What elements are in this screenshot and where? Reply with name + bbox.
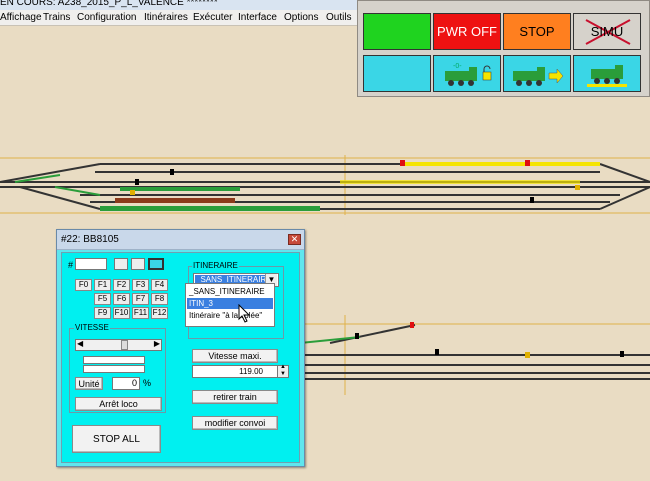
menu-options[interactable]: Options <box>284 12 318 23</box>
f6-button[interactable]: F6 <box>113 293 130 305</box>
track-diagram-upper <box>0 155 650 215</box>
slider-thumb[interactable] <box>121 340 128 350</box>
loco-lock-icon: -0- <box>445 63 492 86</box>
svg-text:-0-: -0- <box>453 63 462 70</box>
close-icon[interactable]: ✕ <box>288 234 301 245</box>
vitesse-group-label: VITESSE <box>74 323 110 332</box>
slider-left-arrow-icon[interactable]: ◀ <box>77 339 83 348</box>
menu-configuration[interactable]: Configuration <box>77 12 136 23</box>
f9-button[interactable]: F9 <box>94 307 111 319</box>
simu-button[interactable]: SIMU <box>573 13 641 50</box>
speed-bar-2 <box>83 365 145 373</box>
dropdown-option-sans-itineraire[interactable]: _SANS_ITINERAIRE <box>187 286 273 297</box>
loco-arrow-icon <box>513 66 564 86</box>
view-toggle-2[interactable] <box>131 258 145 270</box>
f10-button[interactable]: F10 <box>113 307 130 319</box>
itineraire-group-label: ITINERAIRE <box>192 261 239 270</box>
stop-button[interactable]: STOP <box>503 13 571 50</box>
menu-affichage[interactable]: Affichage <box>0 12 42 23</box>
f2-button[interactable]: F2 <box>113 279 130 291</box>
view-toggle-3[interactable] <box>148 258 164 270</box>
retirer-train-button[interactable]: retirer train <box>192 390 278 404</box>
menu-executer[interactable]: Exécuter <box>193 12 232 23</box>
f11-button[interactable]: F11 <box>132 307 149 319</box>
spinner-down-icon[interactable]: ▼ <box>280 371 286 377</box>
dropdown-option-a-la-volee[interactable]: Itinéraire "à la volée" <box>187 310 273 321</box>
loco-control-window: #22: BB8105 ✕ # F0 F1 F2 F3 F4 F5 F6 F7 … <box>56 229 305 467</box>
vitesse-maxi-spinner[interactable]: ▲ ▼ <box>277 364 289 378</box>
panel-blank-button[interactable] <box>363 55 431 92</box>
speed-unit-label: % <box>143 378 152 388</box>
itineraire-dropdown-list: _SANS_ITINERAIRE ITIN_3 Itinéraire "à la… <box>185 283 275 327</box>
dropdown-option-itin-3[interactable]: ITIN_3 <box>187 298 273 309</box>
loco-window-title: #22: BB8105 <box>61 234 119 245</box>
f8-button[interactable]: F8 <box>151 293 168 305</box>
loco-stop-icon <box>587 64 627 87</box>
loco-stop-button[interactable] <box>573 55 641 92</box>
f0-button[interactable]: F0 <box>75 279 92 291</box>
loco-lock-button[interactable]: -0- <box>433 55 501 92</box>
pwr-off-button[interactable]: PWR OFF <box>433 13 501 50</box>
spinner-up-icon[interactable]: ▲ <box>280 364 286 370</box>
menu-trains[interactable]: Trains <box>43 12 70 23</box>
slider-right-arrow-icon[interactable]: ▶ <box>154 339 160 348</box>
menu-itineraires[interactable]: Itinéraires <box>144 12 188 23</box>
mouse-cursor-icon <box>238 304 251 323</box>
f1-button[interactable]: F1 <box>94 279 111 291</box>
vitesse-group: VITESSE ◀ ▶ Unité 0 % Arrêt loco <box>69 323 166 413</box>
loco-window-titlebar[interactable]: #22: BB8105 ✕ <box>57 230 304 250</box>
window-title: EN COURS: A238_2015_P_L_VALENCE ******** <box>0 0 218 8</box>
menu-outils[interactable]: Outils <box>326 12 352 23</box>
speed-value-field[interactable]: 0 <box>112 377 140 390</box>
f3-button[interactable]: F3 <box>132 279 149 291</box>
control-panel: PWR OFF STOP SIMU -0- <box>357 0 650 97</box>
f5-button[interactable]: F5 <box>94 293 111 305</box>
speed-bar-1 <box>83 356 145 364</box>
modifier-convoi-button[interactable]: modifier convoi <box>192 416 278 430</box>
stop-all-button[interactable]: STOP ALL <box>72 425 161 453</box>
unite-button[interactable]: Unité <box>75 377 103 390</box>
arret-loco-button[interactable]: Arrêt loco <box>75 397 162 411</box>
menu-interface[interactable]: Interface <box>238 12 277 23</box>
pwr-off-label: PWR OFF <box>437 24 497 39</box>
vitesse-maxi-label: Vitesse maxi. <box>192 349 278 363</box>
f4-button[interactable]: F4 <box>151 279 168 291</box>
address-input[interactable] <box>75 258 107 270</box>
view-toggles <box>114 258 164 270</box>
vitesse-maxi-field[interactable]: 119.00 <box>192 365 278 378</box>
simu-label: SIMU <box>590 24 624 39</box>
speed-slider[interactable]: ◀ ▶ <box>75 339 162 351</box>
address-hash-label: # <box>68 260 74 270</box>
power-on-button[interactable] <box>363 13 431 50</box>
f7-button[interactable]: F7 <box>132 293 149 305</box>
track-diagram-lower <box>300 315 650 395</box>
loco-forward-button[interactable] <box>503 55 571 92</box>
view-toggle-1[interactable] <box>114 258 128 270</box>
stop-label: STOP <box>519 24 555 39</box>
f12-button[interactable]: F12 <box>151 307 168 319</box>
window-title-bar: EN COURS: A238_2015_P_L_VALENCE ******** <box>0 0 360 10</box>
menu-bar: Affichage Trains Configuration Itinérair… <box>0 10 360 26</box>
